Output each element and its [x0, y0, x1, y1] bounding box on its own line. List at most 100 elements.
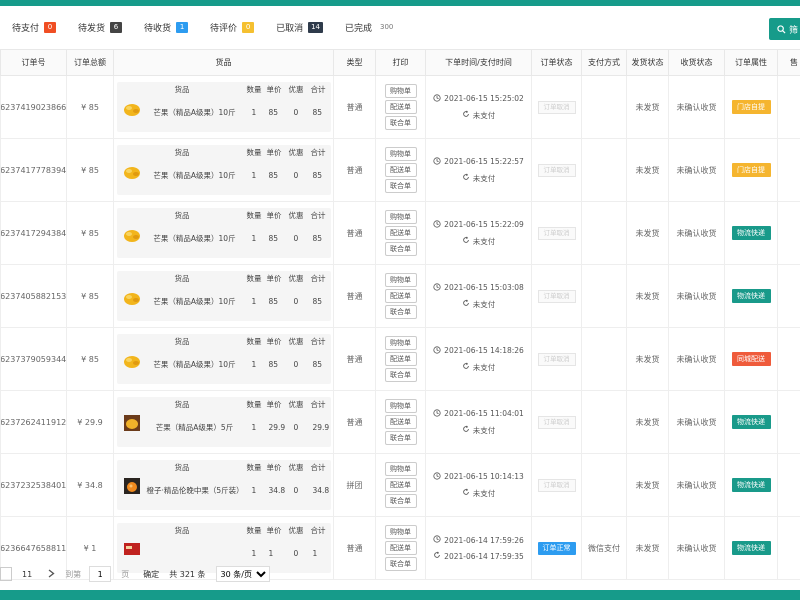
order-attr-cell: 同城配送	[724, 327, 778, 391]
goods-cell: 货品 数量 单价 优惠 合计 橙子·精品伦晚中果（5斤装） 1 34.8 0 34.8	[113, 453, 334, 517]
goods-name[interactable]: 芒果（精品A级果）5斤	[147, 423, 243, 432]
print-combined-button[interactable]: 联合单	[384, 305, 417, 319]
order-status-cell: 订单取消	[531, 75, 582, 139]
print-shopping-list-button[interactable]: 购物单	[384, 210, 417, 224]
print-delivery-note-button[interactable]: 配送单	[384, 352, 417, 366]
order-number[interactable]: 16237417294384	[0, 201, 67, 265]
page-size-select[interactable]: 30 条/页	[215, 566, 270, 582]
print-shopping-list-button[interactable]: 购物单	[384, 462, 417, 476]
prev-page-button[interactable]	[0, 567, 12, 581]
clock-icon	[433, 156, 444, 167]
next-page-icon[interactable]	[48, 568, 55, 580]
goods-qty: 1	[251, 549, 257, 558]
print-delivery-note-button[interactable]: 配送单	[384, 415, 417, 429]
print-combined-button[interactable]: 联合单	[384, 116, 417, 130]
order-status-cell: 订单取消	[531, 201, 582, 265]
goods-name[interactable]: 芒果（精品A级果）10斤	[147, 360, 243, 369]
pay-time: 未支付	[472, 299, 496, 309]
goods-header: 货品 数量 单价 优惠 合计	[117, 147, 331, 159]
goods-panel: 货品 数量 单价 优惠 合计 芒果（精品A级果）10斤 1 85 0 85	[116, 334, 331, 384]
receive-status: 未确认收货	[668, 75, 725, 139]
print-combined-button[interactable]: 联合单	[384, 242, 417, 256]
table-row[interactable]: 16237417778394 ¥ 85 货品 数量 单价 优惠 合计 芒果（精品A级果）10斤…	[0, 138, 800, 202]
goods-header-price: 单价	[266, 211, 282, 220]
page-unit-label: 页	[121, 569, 130, 579]
print-delivery-note-button[interactable]: 配送单	[384, 100, 417, 114]
tab-4[interactable]: 已取消 14	[276, 21, 323, 34]
order-number[interactable]: 16237417778394	[0, 138, 67, 202]
receive-status: 未确认收货	[668, 453, 725, 517]
order-time: 2021-06-15 14:18:26	[444, 346, 524, 355]
table-row[interactable]: 16237417294384 ¥ 85 货品 数量 单价 优惠 合计 芒果（精品A级果）10斤…	[0, 201, 800, 265]
print-shopping-list-button[interactable]: 购物单	[384, 84, 417, 98]
goods-name[interactable]: 芒果（精品A级果）10斤	[147, 234, 243, 243]
order-status-badge: 订单取消	[537, 163, 576, 177]
print-shopping-list-button[interactable]: 购物单	[384, 273, 417, 287]
table-row[interactable]: 16237405882153 ¥ 85 货品 数量 单价 优惠 合计 芒果（精品A级果）10斤…	[0, 264, 800, 328]
print-delivery-note-button[interactable]: 配送单	[384, 226, 417, 240]
table-row[interactable]: 16237262411912 ¥ 29.9 货品 数量 单价 优惠 合计 芒果（精品A级果）5…	[0, 390, 800, 454]
goods-panel: 货品 数量 单价 优惠 合计 芒果（精品A级果）5斤 1 29.9 0 29.9	[116, 397, 331, 447]
order-status-badge: 订单取消	[537, 415, 576, 429]
tab-count-badge: 300	[380, 22, 394, 31]
tab-5[interactable]: 已完成 300	[345, 21, 396, 34]
goods-discount: 0	[293, 549, 299, 558]
order-status-cell: 订单取消	[531, 264, 582, 328]
table-row[interactable]: 16237232538401 ¥ 34.8 货品 数量 单价 优惠 合计 橙子·精品伦晚中果（…	[0, 453, 800, 517]
print-delivery-note-button[interactable]: 配送单	[384, 163, 417, 177]
goods-discount: 0	[293, 234, 299, 243]
goods-sum: 85	[312, 297, 323, 306]
column-header: 收货状态	[668, 49, 725, 76]
print-shopping-list-button[interactable]: 购物单	[384, 336, 417, 350]
goods-discount: 0	[293, 360, 299, 369]
goods-header-total: 合计	[310, 148, 326, 157]
refresh-icon	[462, 110, 473, 120]
print-delivery-note-button[interactable]: 配送单	[384, 541, 417, 555]
print-combined-button[interactable]: 联合单	[384, 431, 417, 445]
print-delivery-note-button[interactable]: 配送单	[384, 289, 417, 303]
refresh-icon	[462, 299, 473, 309]
print-shopping-list-button[interactable]: 购物单	[384, 399, 417, 413]
goods-qty: 1	[251, 297, 257, 306]
print-combined-button[interactable]: 联合单	[384, 179, 417, 193]
order-status-badge: 订单取消	[537, 352, 576, 366]
order-number[interactable]: 16237232538401	[0, 453, 67, 517]
tab-2[interactable]: 待收货 1	[144, 21, 189, 34]
print-shopping-list-button[interactable]: 购物单	[384, 147, 417, 161]
goto-confirm-button[interactable]: 确定	[143, 569, 159, 580]
bottom-accent-bar	[0, 590, 800, 600]
order-number[interactable]: 16237262411912	[0, 390, 67, 454]
goods-price: 85	[268, 234, 279, 243]
clock-icon	[433, 93, 444, 104]
tab-3[interactable]: 待评价 0	[210, 21, 255, 34]
goods-cell: 货品 数量 单价 优惠 合计 芒果（精品A级果）10斤 1 85 0 85	[113, 264, 334, 328]
goods-name[interactable]: 芒果（精品A级果）10斤	[147, 171, 243, 180]
filter-button[interactable]: 筛	[769, 18, 800, 40]
print-delivery-note-button[interactable]: 配送单	[384, 478, 417, 492]
print-shopping-list-button[interactable]: 购物单	[384, 525, 417, 539]
goods-name[interactable]: 橙子·精品伦晚中果（5斤装）	[147, 486, 244, 495]
order-number[interactable]: 16237379059344	[0, 327, 67, 391]
goods-name[interactable]: 芒果（精品A级果）10斤	[147, 297, 243, 306]
order-number[interactable]: 16237419023866	[0, 75, 67, 139]
order-attr-tag: 物流快递	[731, 478, 771, 492]
goods-header: 货品 数量 单价 优惠 合计	[117, 399, 331, 411]
print-combined-button[interactable]: 联合单	[384, 368, 417, 382]
page-number-11[interactable]: 11	[22, 570, 32, 579]
tab-0[interactable]: 待支付 0	[12, 21, 57, 34]
pay-method	[581, 138, 627, 202]
goods-header-goods: 货品	[174, 274, 190, 283]
goto-page-input[interactable]	[89, 566, 112, 582]
tab-1[interactable]: 待发货 6	[78, 21, 123, 34]
goods-panel: 货品 数量 单价 优惠 合计 芒果（精品A级果）10斤 1 85 0 85	[116, 82, 331, 132]
table-row[interactable]: 16237379059344 ¥ 85 货品 数量 单价 优惠 合计 芒果（精品A级果）10斤…	[0, 327, 800, 391]
order-number[interactable]: 16237405882153	[0, 264, 67, 328]
goods-name[interactable]: 芒果（精品A级果）10斤	[147, 108, 243, 117]
clock-icon	[433, 471, 444, 482]
goods-sum: 85	[312, 360, 323, 369]
goods-header-discount: 优惠	[288, 85, 304, 94]
table-row[interactable]: 16237419023866 ¥ 85 货品 数量 单价 优惠 合计 芒果（精品A级果）10斤…	[0, 75, 800, 139]
goods-discount: 0	[293, 171, 299, 180]
print-combined-button[interactable]: 联合单	[384, 494, 417, 508]
tab-label: 已取消	[276, 23, 304, 34]
